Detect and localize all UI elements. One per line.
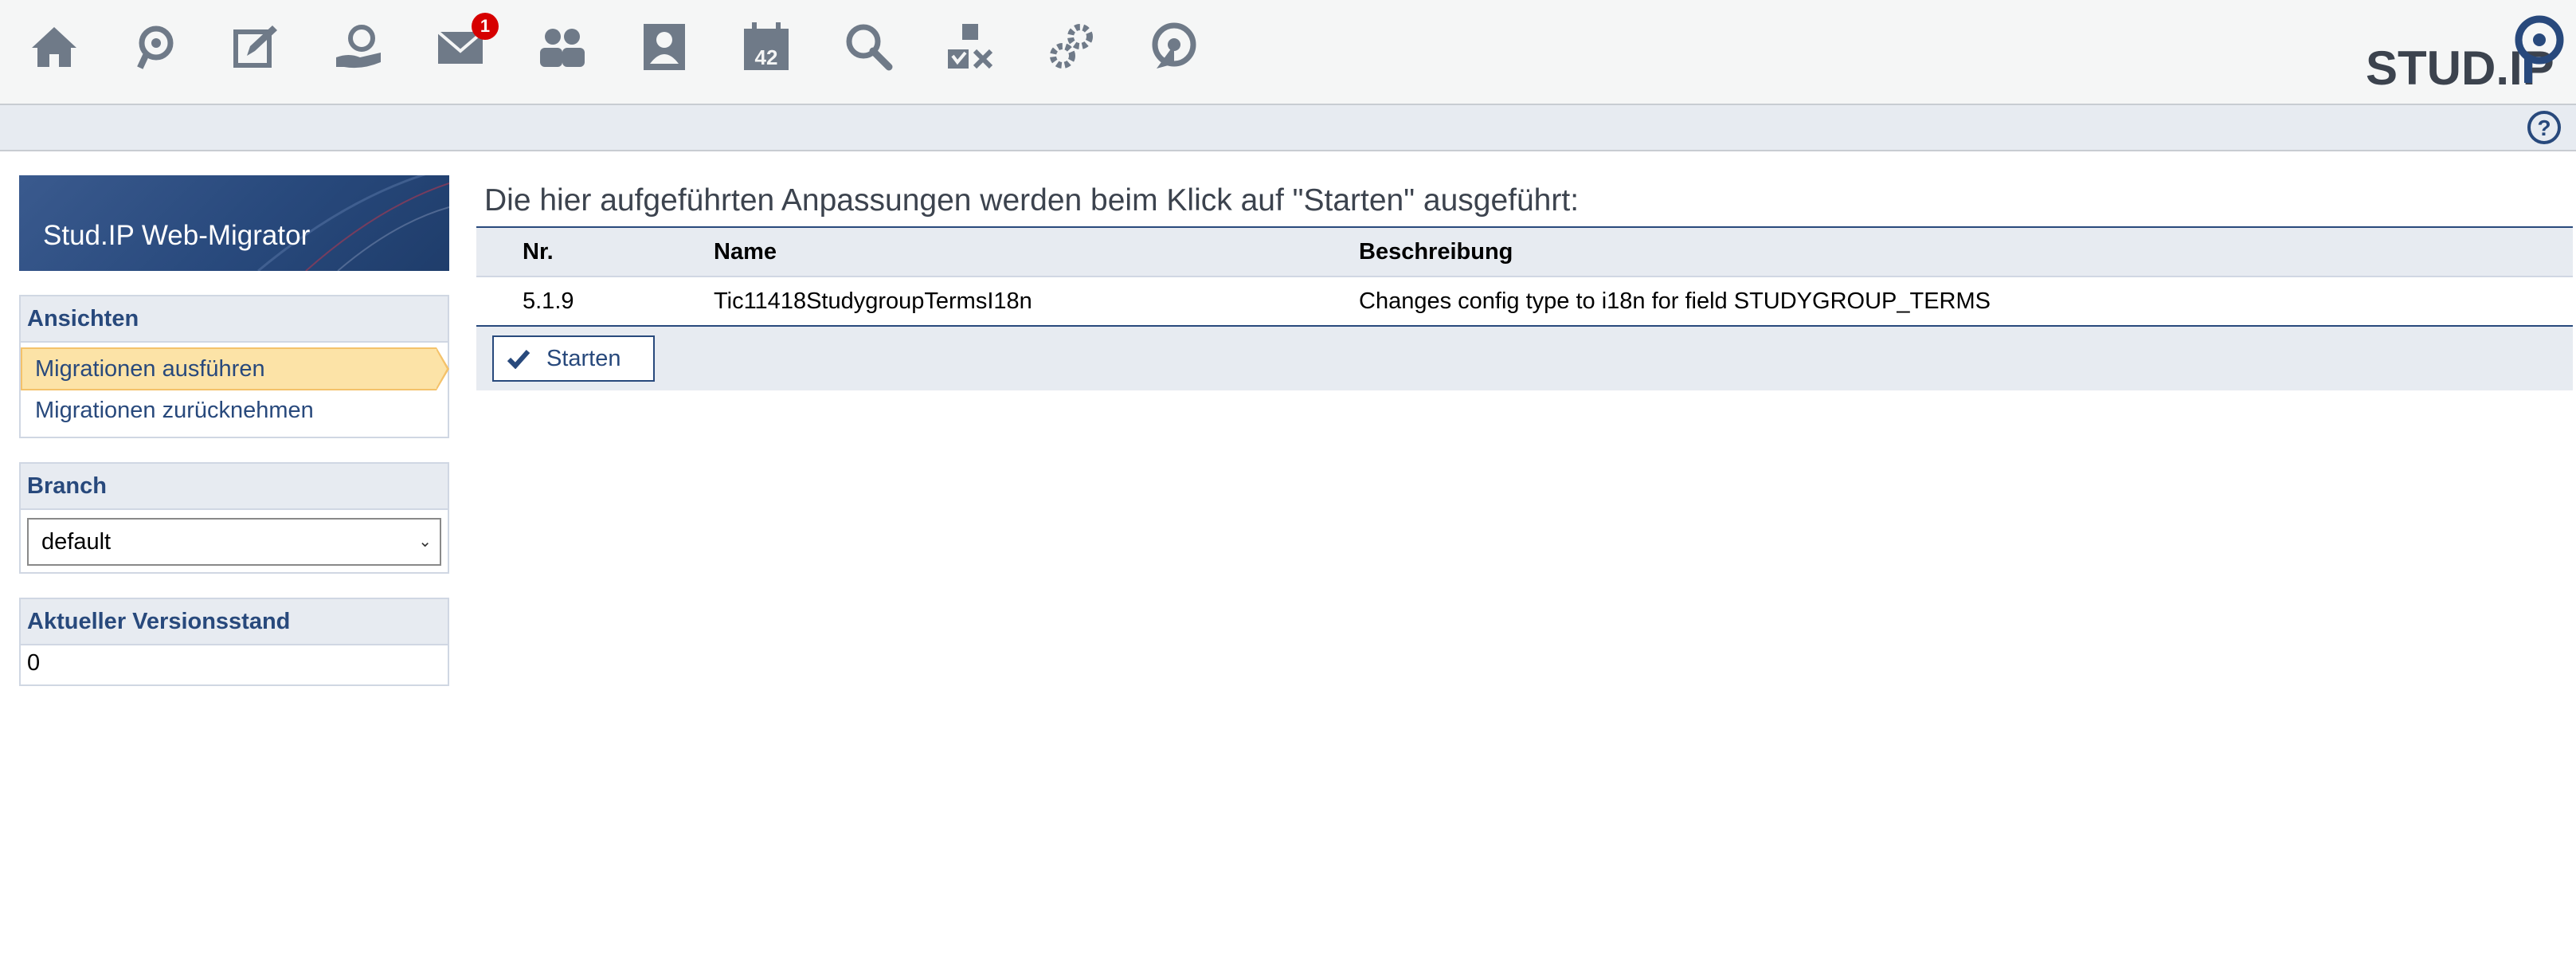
views-widget: Ansichten Migrationen ausführen Migratio…: [19, 295, 449, 438]
profile-icon[interactable]: [639, 21, 690, 72]
table-row: 5.1.9 Tic11418StudygroupTermsI18n Change…: [476, 276, 2573, 326]
branch-select[interactable]: default ⌄: [27, 518, 441, 566]
start-button-label: Starten: [546, 345, 621, 371]
help-icon[interactable]: ?: [2527, 110, 2562, 145]
branch-select-value: default: [41, 529, 112, 555]
migration-icon[interactable]: [1149, 21, 1200, 72]
column-header-nr: Nr.: [523, 238, 554, 265]
start-button[interactable]: Starten: [492, 335, 655, 382]
admin-icon[interactable]: [1047, 21, 1098, 72]
column-header-description: Beschreibung: [1359, 238, 1513, 265]
main-content: Die hier aufgeführten Anpassungen werden…: [476, 175, 2574, 390]
chevron-down-icon: ⌄: [418, 533, 432, 551]
migrations-table: Nr. Name Beschreibung 5.1.9 Tic11418Stud…: [476, 226, 2573, 390]
nav-item-run-migrations[interactable]: Migrationen ausführen: [21, 347, 449, 390]
workplace-icon[interactable]: [231, 21, 282, 72]
tools-icon[interactable]: [945, 21, 996, 72]
version-value: 0: [27, 650, 41, 676]
table-footer-row: Starten: [476, 326, 2573, 390]
cell-nr: 5.1.9: [476, 276, 714, 326]
message-count-badge: 1: [472, 13, 499, 40]
version-widget-header: Aktueller Versionsstand: [21, 599, 448, 645]
sidebar-title: Stud.IP Web-Migrator: [43, 220, 311, 251]
courses-icon[interactable]: [129, 21, 180, 72]
top-navigation-bar: 1 42 STUD.IP: [0, 0, 2576, 105]
check-icon: [507, 350, 530, 369]
nav-item-revert-migrations[interactable]: Migrationen zurücknehmen: [21, 390, 448, 430]
home-icon[interactable]: [29, 21, 80, 72]
schedule-icon-number: 42: [755, 45, 778, 69]
studip-logo[interactable]: STUD.IP: [2366, 11, 2565, 91]
schedule-icon[interactable]: 42: [741, 21, 792, 72]
cell-description: Changes config type to i18n for field ST…: [1359, 276, 2573, 326]
table-footer: Starten: [476, 326, 2573, 390]
search-icon[interactable]: [843, 21, 894, 72]
sidebar-header: Stud.IP Web-Migrator: [19, 175, 449, 271]
nav-item-label: Migrationen zurücknehmen: [35, 398, 314, 423]
svg-text:?: ?: [2537, 116, 2551, 140]
column-header-name: Name: [714, 238, 777, 265]
version-widget: Aktueller Versionsstand 0: [19, 598, 449, 686]
page-title: Die hier aufgeführten Anpassungen werden…: [484, 183, 1580, 218]
branch-widget: Branch default ⌄: [19, 462, 449, 574]
sidebar: Stud.IP Web-Migrator Ansichten Migration…: [19, 175, 449, 686]
views-widget-header: Ansichten: [21, 296, 448, 343]
contacts-icon[interactable]: [537, 21, 588, 72]
nav-item-label: Migrationen ausführen: [35, 356, 265, 382]
table-header-row: Nr. Name Beschreibung: [476, 227, 2573, 276]
community-icon[interactable]: [333, 21, 384, 72]
cell-name: Tic11418StudygroupTermsI18n: [714, 276, 1359, 326]
branch-widget-header: Branch: [21, 464, 448, 510]
messages-icon[interactable]: 1: [435, 13, 499, 72]
context-bar: ?: [0, 105, 2576, 151]
